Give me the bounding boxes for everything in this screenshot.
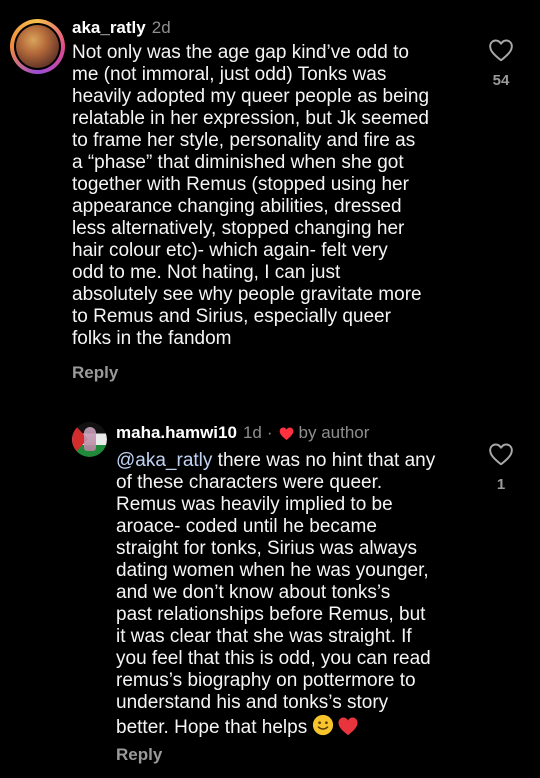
red-heart-icon [337, 716, 359, 742]
comment-text: Not only was the age gap kind’ve odd to … [72, 42, 430, 349]
comment-body: there was no hint that any of these char… [116, 450, 436, 738]
timestamp: 1d [242, 423, 262, 442]
like-count: 1 [496, 476, 506, 493]
username[interactable]: maha.hamwi10 [116, 423, 237, 443]
separator: · [266, 423, 273, 442]
like-count: 54 [492, 72, 510, 89]
reply-button[interactable]: Reply [116, 745, 162, 765]
user-avatar[interactable] [10, 19, 65, 74]
reply-comment: maha.hamwi10 1d · by author @aka_ratly t… [0, 412, 540, 778]
mention-link[interactable]: @aka_ratly [116, 450, 212, 471]
user-avatar[interactable] [72, 422, 107, 457]
liked-by-author-label: by author [298, 423, 370, 442]
like-control: 1 [486, 442, 516, 493]
heart-outline-icon[interactable] [488, 442, 514, 466]
timestamp: 2d [151, 18, 171, 37]
comment-header: aka_ratly 2d [72, 18, 171, 38]
comment-header: maha.hamwi10 1d · by author [116, 423, 369, 443]
comment-text: @aka_ratly there was no hint that any of… [116, 450, 481, 742]
reply-button[interactable]: Reply [72, 363, 118, 383]
heart-outline-icon[interactable] [488, 38, 514, 62]
slightly-smiling-face-icon [312, 714, 334, 742]
comment: aka_ratly 2d Not only was the age gap ki… [0, 0, 540, 400]
like-control: 54 [486, 38, 516, 89]
username[interactable]: aka_ratly [72, 18, 146, 38]
author-heart-icon [278, 426, 295, 441]
